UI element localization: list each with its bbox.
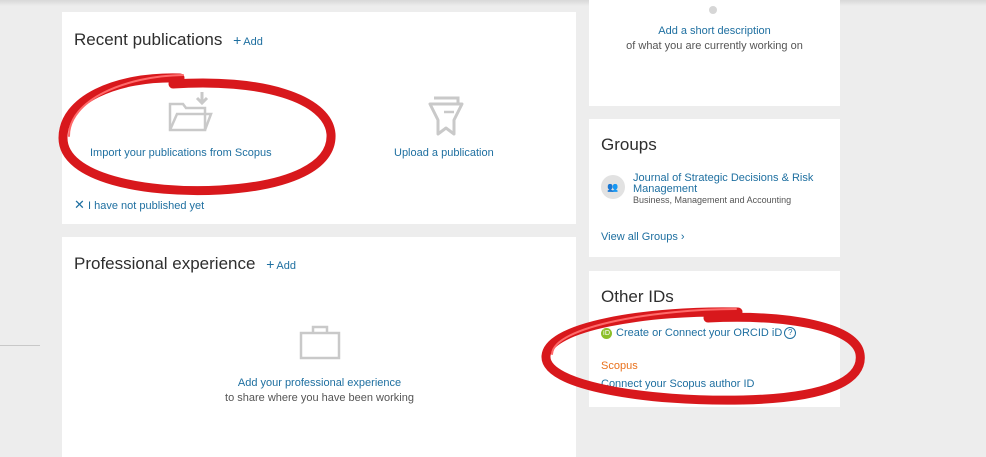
description-indicator-icon (709, 6, 717, 14)
not-published-label: I have not published yet (87, 200, 205, 212)
recent-publications-title-text: Recent publications (74, 30, 223, 49)
add-experience-link[interactable]: Add your professional experience (202, 376, 437, 391)
orcid-connect-label: Create or Connect your ORCID iD (616, 327, 783, 339)
folder-import-icon[interactable] (165, 90, 215, 136)
add-publication-button[interactable]: + Add (233, 32, 263, 48)
orcid-connect-link[interactable]: iD Create or Connect your ORCID iD? (601, 327, 797, 340)
group-name[interactable]: Journal of Strategic Decisions & Risk Ma… (633, 173, 833, 195)
other-ids-title: Other IDs (601, 287, 674, 306)
plus-icon: + (266, 256, 275, 272)
add-experience-label: Add (276, 260, 296, 272)
view-all-groups-link[interactable]: View all Groups › (601, 231, 685, 243)
close-icon: ✕ (74, 197, 85, 212)
group-name-line2: Management (633, 183, 698, 195)
groups-title: Groups (601, 135, 657, 154)
add-experience-button[interactable]: + Add (266, 256, 296, 272)
group-subject: Business, Management and Accounting (633, 195, 792, 205)
description-block: Add a short description of what you are … (589, 24, 840, 54)
professional-experience-card: Professional experience + Add Add your pr… (62, 237, 576, 457)
plus-icon: + (233, 32, 242, 48)
recent-publications-title: Recent publications + Add (74, 30, 263, 50)
groups-card: Groups 👥 Journal of Strategic Decisions … (589, 119, 840, 257)
add-experience-subtext: to share where you have been working (225, 392, 414, 404)
scopus-heading: Scopus (601, 360, 638, 372)
left-divider (0, 345, 40, 346)
connect-scopus-link[interactable]: Connect your Scopus author ID (601, 378, 754, 390)
group-item[interactable]: Journal of Strategic Decisions & Risk Ma… (633, 173, 833, 206)
add-description-link[interactable]: Add a short description (589, 24, 840, 39)
upload-publication-link[interactable]: Upload a publication (394, 147, 494, 159)
view-all-groups-label: View all Groups (601, 231, 678, 243)
orcid-icon: iD (601, 327, 612, 339)
group-people-icon: 👥 (601, 175, 625, 199)
import-from-scopus-link[interactable]: Import your publications from Scopus (90, 147, 272, 159)
professional-experience-title-text: Professional experience (74, 254, 256, 273)
chevron-right-icon: › (680, 231, 685, 243)
other-ids-card: Other IDs iD Create or Connect your ORCID… (589, 271, 840, 407)
help-icon[interactable]: ? (784, 327, 797, 340)
description-card: Add a short description of what you are … (589, 0, 840, 106)
upload-publication-icon[interactable] (424, 90, 470, 138)
recent-publications-card: Recent publications + Add Import your pub… (62, 12, 576, 224)
not-published-link[interactable]: ✕ I have not published yet (74, 197, 204, 213)
briefcase-icon[interactable] (298, 323, 342, 361)
add-experience-block: Add your professional experience to shar… (202, 376, 437, 406)
professional-experience-title: Professional experience + Add (74, 254, 296, 274)
add-description-subtext: of what you are currently working on (626, 40, 803, 52)
add-publication-label: Add (243, 36, 263, 48)
